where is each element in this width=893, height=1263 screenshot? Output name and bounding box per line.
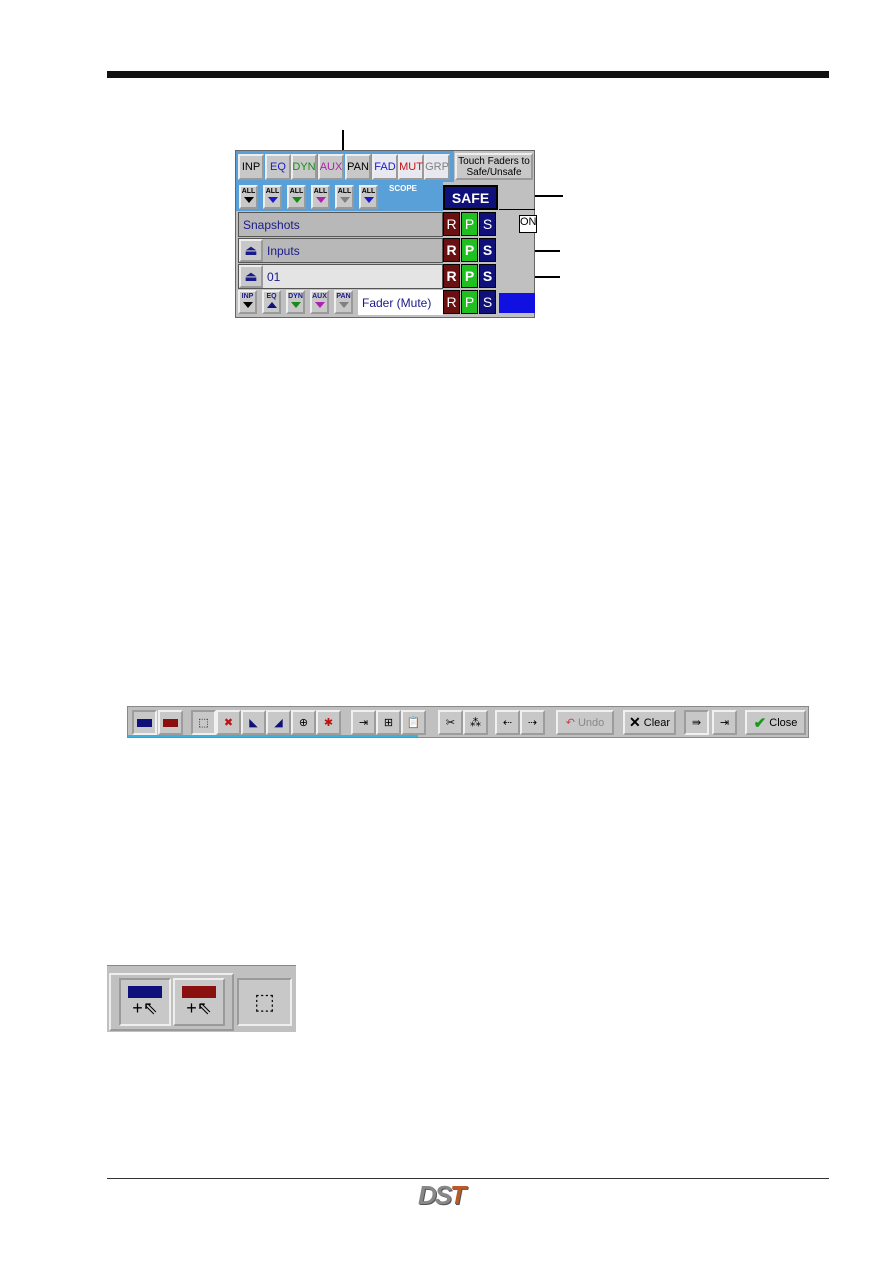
all-button[interactable]: ALL [263,185,282,209]
r-toggle[interactable]: R [443,290,460,314]
filter-tab-eq[interactable]: EQ [265,154,291,180]
scope-panel-screenshot: INP EQ DYN AUX PAN FAD MUT GRP Touch Faders to … [235,150,537,318]
p-toggle[interactable]: P [461,264,478,288]
fader-mute-label: Fader (Mute) [358,290,443,315]
manual-page: INP EQ DYN AUX PAN FAD MUT GRP Touch Faders to … [0,0,893,1263]
s-toggle[interactable]: S [479,264,496,288]
down-arrow-icon [339,197,350,203]
down-arrow-icon [291,197,302,203]
eject-icon[interactable]: ⏏ [239,239,263,262]
split-button[interactable]: ✱ [316,710,341,735]
arrow-icon [338,302,349,308]
scope-label: SCOPE [389,184,418,193]
arrow-icon [314,302,325,308]
s-toggle[interactable]: S [479,238,496,262]
p-toggle[interactable]: P [461,290,478,314]
fader-row: INP EQ DYN AUX PAN Fader (Mute) [238,290,443,315]
scope-inp-button[interactable]: INP [238,290,257,314]
undo-button[interactable]: ↶ Undo [556,710,614,735]
nudge-right-button[interactable]: ⇢ [520,710,545,735]
safe-button[interactable]: SAFE [443,185,498,210]
toolbar-accent [128,735,418,737]
s-toggle[interactable]: S [479,212,496,236]
ramp-up-button[interactable]: ◢ [266,710,291,735]
all-button[interactable]: ALL [359,185,378,209]
cut-tool-button[interactable]: ✖ [216,710,241,735]
down-arrow-icon [363,197,374,203]
blue-marker-icon [128,985,162,998]
scope-aux-button[interactable]: AUX [310,290,329,314]
cursor-icon: +⇖ [186,997,212,1018]
p-toggle[interactable]: P [461,212,478,236]
select-tool-button[interactable]: ⬚ [237,978,292,1026]
channel-row[interactable]: ⏏ 01 [238,264,443,289]
cut-button[interactable]: ✂ [438,710,463,735]
add-blue-cursor-button[interactable] [132,710,157,735]
footer-rule [107,1178,829,1179]
add-red-cursor-button[interactable] [158,710,183,735]
all-button[interactable]: ALL [239,185,258,209]
all-button[interactable]: ALL [287,185,306,209]
ruler-button[interactable]: ⇛ [684,710,709,735]
snap-button[interactable]: ⇥ [712,710,737,735]
filter-tab-grp[interactable]: GRP [424,154,450,180]
red-marker-icon [182,985,216,998]
filter-tab-fad[interactable]: FAD [372,154,398,180]
filter-tab-aux[interactable]: AUX [318,154,344,180]
inputs-row[interactable]: ⏏ Inputs [238,238,443,263]
toolbar: ⬚ ✖ ◣ ◢ ⊕ ✱ ⇥ ⊞ 📋 ✂ ⁂ ⇠ ⇢ ↶ Undo ✕ Clear… [127,706,809,738]
toolbar-detail-enlarged: +⇖ +⇖ ⬚ [107,965,296,1032]
arrow-icon [266,302,277,308]
fader-bar [499,293,535,313]
touch-faders-safe-button[interactable]: Touch Faders to Safe/Unsafe [455,153,533,180]
r-toggle[interactable]: R [443,238,460,262]
down-arrow-icon [267,197,278,203]
r-toggle[interactable]: R [443,212,460,236]
s-toggle[interactable]: S [479,290,496,314]
nudge-left-button[interactable]: ⇠ [495,710,520,735]
clear-button[interactable]: ✕ Clear [623,710,676,735]
cursor-icon: +⇖ [132,997,158,1018]
zoom-icon[interactable]: ⊕ [291,710,316,735]
filter-tab-dyn[interactable]: DYN [291,154,317,180]
scope-pan-button[interactable]: PAN [334,290,353,314]
filter-tab-mut[interactable]: MUT [398,154,424,180]
undo-icon: ↶ [565,717,575,729]
move-button[interactable]: ⊞ [376,710,401,735]
on-box: ON [519,215,537,233]
arrow-icon [242,302,253,308]
dst-logo: DST [418,1180,466,1210]
callout-line-filter [342,130,344,152]
header-rule [107,71,829,78]
ramp-down-button[interactable]: ◣ [241,710,266,735]
all-button[interactable]: ALL [311,185,330,209]
select-tool-button[interactable]: ⬚ [191,710,216,735]
arrow-icon [290,302,301,308]
r-toggle[interactable]: R [443,264,460,288]
copy-button[interactable]: ⁂ [463,710,488,735]
scope-dyn-button[interactable]: DYN [286,290,305,314]
add-red-cursor-button[interactable]: +⇖ [173,978,225,1026]
clear-icon: ✕ [628,714,641,730]
ruler [499,201,535,210]
insert-button[interactable]: ⇥ [351,710,376,735]
scope-eq-button[interactable]: EQ [262,290,281,314]
snapshots-row[interactable]: Snapshots [238,212,443,237]
paste-button[interactable]: 📋 [401,710,426,735]
filter-tab-pan[interactable]: PAN [345,154,371,180]
eject-icon[interactable]: ⏏ [239,265,263,288]
p-toggle[interactable]: P [461,238,478,262]
close-button[interactable]: ✔ Close [745,710,806,735]
filter-tab-inp[interactable]: INP [238,154,264,180]
add-blue-cursor-button[interactable]: +⇖ [119,978,171,1026]
down-arrow-icon [315,197,326,203]
all-button[interactable]: ALL [335,185,354,209]
down-arrow-icon [243,197,254,203]
checkmark-icon: ✔ [753,714,767,732]
